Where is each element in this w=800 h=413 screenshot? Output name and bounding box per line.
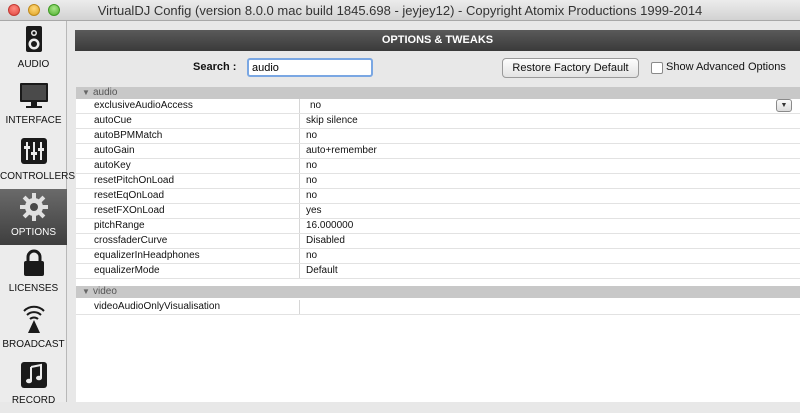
options-table: ▼ audio exclusiveAudioAccess no ▼ autoCu… <box>76 87 800 402</box>
option-key: autoBPMMatch <box>76 129 300 143</box>
sidebar-item-label: BROADCAST <box>2 339 65 350</box>
group-name: video <box>93 286 117 297</box>
options-panel: OPTIONS & TWEAKS Search : Restore Factor… <box>75 30 800 402</box>
option-key: resetPitchOnLoad <box>76 174 300 188</box>
broadcast-icon <box>22 305 45 333</box>
sidebar-item-options[interactable]: OPTIONS <box>0 189 67 245</box>
option-value[interactable]: Default <box>302 264 772 278</box>
sidebar-item-label: RECORD <box>11 395 56 406</box>
table-row[interactable]: resetEqOnLoad no <box>76 189 800 204</box>
table-row[interactable]: resetFXOnLoad yes <box>76 204 800 219</box>
option-value[interactable]: no <box>302 189 772 203</box>
disclosure-triangle-icon: ▼ <box>82 88 90 97</box>
music-note-icon <box>20 362 47 388</box>
option-value[interactable]: no <box>302 249 772 263</box>
disclosure-triangle-icon: ▼ <box>82 287 90 296</box>
table-row[interactable]: autoGain auto+remember <box>76 144 800 159</box>
table-row[interactable]: equalizerMode Default <box>76 264 800 279</box>
search-input[interactable] <box>247 58 373 77</box>
table-row[interactable]: crossfaderCurve Disabled <box>76 234 800 249</box>
option-key: equalizerInHeadphones <box>76 249 300 263</box>
sidebar-item-label: AUDIO <box>17 59 50 70</box>
table-row[interactable]: videoAudioOnlyVisualisation <box>76 300 800 315</box>
gear-icon <box>19 193 48 221</box>
sliders-icon <box>20 138 47 164</box>
sidebar-item-broadcast[interactable]: BROADCAST <box>0 301 67 357</box>
sidebar-item-licenses[interactable]: LICENSES <box>0 245 67 301</box>
option-value[interactable]: 16.000000 <box>302 219 772 233</box>
option-value[interactable]: no <box>302 174 772 188</box>
sidebar-item-label: CONTROLLERS <box>0 171 76 182</box>
sidebar: AUDIO INTERFACE CONTROLLERS OPTIONS LICE… <box>0 21 76 406</box>
option-key: exclusiveAudioAccess <box>76 99 300 113</box>
group-header-video[interactable]: ▼ video <box>76 286 800 298</box>
sidebar-item-label: LICENSES <box>8 283 59 294</box>
window-title: VirtualDJ Config (version 8.0.0 mac buil… <box>97 3 703 18</box>
option-key: autoCue <box>76 114 300 128</box>
group-name: audio <box>93 87 118 98</box>
table-row[interactable]: exclusiveAudioAccess no ▼ <box>76 99 800 114</box>
option-value[interactable]: auto+remember <box>302 144 772 158</box>
search-label: Search : <box>193 61 237 73</box>
table-row[interactable]: equalizerInHeadphones no <box>76 249 800 264</box>
title-bar: VirtualDJ Config (version 8.0.0 mac buil… <box>0 0 800 21</box>
option-value[interactable]: no <box>302 99 772 113</box>
option-value[interactable] <box>302 300 772 314</box>
option-value[interactable]: Disabled <box>302 234 772 248</box>
option-value[interactable]: yes <box>302 204 772 218</box>
restore-factory-default-button[interactable]: Restore Factory Default <box>502 58 639 78</box>
option-value[interactable]: skip silence <box>302 114 772 128</box>
sidebar-item-audio[interactable]: AUDIO <box>0 21 67 77</box>
table-row[interactable]: resetPitchOnLoad no <box>76 174 800 189</box>
sidebar-item-record[interactable]: RECORD <box>0 357 67 413</box>
lock-icon <box>23 249 44 276</box>
sidebar-item-controllers[interactable]: CONTROLLERS <box>0 133 76 189</box>
option-key: equalizerMode <box>76 264 300 278</box>
table-row[interactable]: autoCue skip silence <box>76 114 800 129</box>
show-advanced-label: Show Advanced Options <box>666 61 786 73</box>
option-key: autoGain <box>76 144 300 158</box>
table-row[interactable]: autoBPMMatch no <box>76 129 800 144</box>
group-header-audio[interactable]: ▼ audio <box>76 87 800 99</box>
speaker-icon <box>25 26 42 52</box>
sidebar-item-label: INTERFACE <box>5 115 62 126</box>
dropdown-arrow-icon[interactable]: ▼ <box>776 99 792 112</box>
sidebar-item-interface[interactable]: INTERFACE <box>0 77 67 133</box>
option-key: autoKey <box>76 159 300 173</box>
option-value[interactable]: no <box>302 159 772 173</box>
show-advanced-checkbox[interactable] <box>651 62 663 74</box>
sidebar-item-label: OPTIONS <box>10 227 56 238</box>
monitor-icon <box>19 83 48 108</box>
option-key: videoAudioOnlyVisualisation <box>76 300 300 314</box>
option-value[interactable]: no <box>302 129 772 143</box>
table-row[interactable]: pitchRange 16.000000 <box>76 219 800 234</box>
option-key: resetEqOnLoad <box>76 189 300 203</box>
option-key: pitchRange <box>76 219 300 233</box>
option-key: crossfaderCurve <box>76 234 300 248</box>
table-row[interactable]: autoKey no <box>76 159 800 174</box>
panel-header: OPTIONS & TWEAKS <box>75 30 800 51</box>
option-key: resetFXOnLoad <box>76 204 300 218</box>
